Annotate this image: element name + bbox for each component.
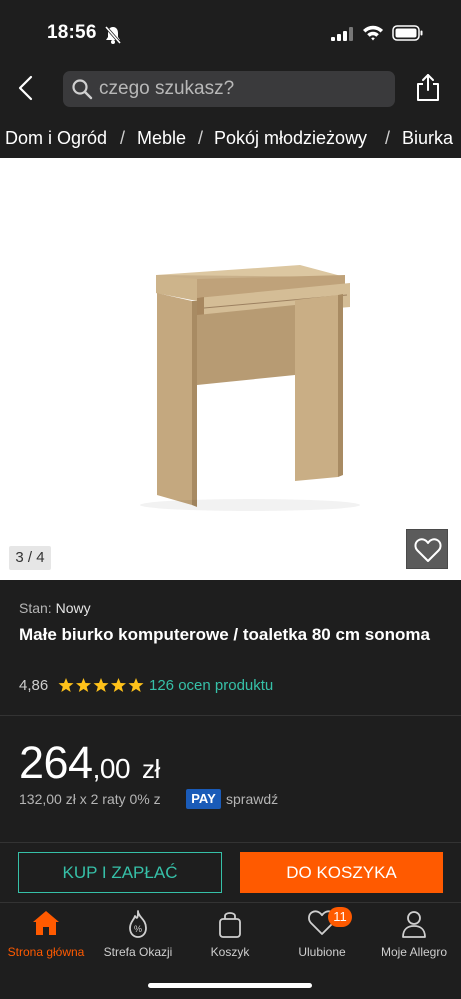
breadcrumb-separator: / <box>385 128 391 148</box>
search-header <box>0 62 461 114</box>
star-icon <box>111 678 126 692</box>
star-icon <box>128 678 144 692</box>
status-bar: 18:56 <box>0 0 461 62</box>
home-indicator <box>148 983 312 988</box>
breadcrumb-separator: / <box>198 128 204 148</box>
breadcrumb-item[interactable]: Biurka <box>402 128 453 149</box>
home-icon <box>33 911 59 935</box>
tab-deals[interactable]: % Strefa Okazji <box>92 903 184 963</box>
bell-muted-icon <box>104 26 122 44</box>
star-icon <box>76 678 91 692</box>
divider <box>0 715 461 716</box>
search-bar[interactable] <box>63 71 395 107</box>
rating-stars <box>58 678 144 692</box>
price: 264,00 zł <box>19 737 160 789</box>
add-to-favorites-button[interactable] <box>406 529 448 569</box>
bottom-tab-bar: Strona główna % Strefa Okazji Koszyk 11 … <box>0 902 461 999</box>
deals-icon: % <box>129 910 147 938</box>
tab-label: Moje Allegro <box>380 945 448 959</box>
tab-my-allegro[interactable]: Moje Allegro <box>368 903 460 963</box>
buy-now-button[interactable]: KUP I ZAPŁAĆ <box>18 852 222 893</box>
product-info: Stan: Nowy Małe biurko komputerowe / toa… <box>0 580 461 715</box>
tab-favorites[interactable]: 11 Ulubione <box>276 903 368 963</box>
back-arrow-icon[interactable] <box>15 74 39 102</box>
breadcrumb-separator: / <box>120 128 126 148</box>
product-title: Małe biurko komputerowe / toaletka 80 cm… <box>19 625 430 644</box>
breadcrumb: Dom i Ogród / Meble / Pokój młodzieżowy … <box>0 117 461 157</box>
add-to-cart-button[interactable]: DO KOSZYKA <box>240 852 443 893</box>
product-image <box>140 265 360 511</box>
gallery-counter: 3 / 4 <box>9 546 51 570</box>
tab-label: Koszyk <box>210 945 250 959</box>
rating-value: 4,86 <box>19 677 49 694</box>
favorites-count-badge: 11 <box>328 907 352 927</box>
svg-text:%: % <box>134 924 142 934</box>
tab-label: Strefa Okazji <box>103 945 173 959</box>
tab-home[interactable]: Strona główna <box>0 903 92 963</box>
condition: Stan: Nowy <box>19 600 91 616</box>
breadcrumb-item[interactable]: Dom i Ogród <box>5 128 107 149</box>
action-bar: KUP I ZAPŁAĆ DO KOSZYKA <box>0 842 461 902</box>
cellular-signal-icon <box>331 27 353 41</box>
star-icon <box>93 678 109 692</box>
heart-icon <box>414 538 442 562</box>
price-currency: zł <box>142 754 160 784</box>
battery-icon <box>392 25 423 41</box>
tab-label: Strona główna <box>7 945 85 959</box>
search-icon <box>72 79 93 100</box>
condition-value: Nowy <box>55 600 91 616</box>
tab-label: Ulubione <box>298 945 346 959</box>
installments-check-link[interactable]: sprawdź <box>226 791 278 807</box>
price-integer: 264 <box>19 737 93 788</box>
search-input[interactable] <box>99 71 389 107</box>
share-icon[interactable] <box>415 72 441 102</box>
breadcrumb-item[interactable]: Meble <box>137 128 186 149</box>
breadcrumb-item[interactable]: Pokój młodzieżowy <box>214 128 367 149</box>
installments-text: 132,00 zł x 2 raty 0% z <box>19 791 161 807</box>
wifi-icon <box>363 25 383 41</box>
tab-cart[interactable]: Koszyk <box>184 903 276 963</box>
reviews-link[interactable]: 126 ocen produktu <box>149 677 273 694</box>
price-decimal: ,00 <box>92 753 131 784</box>
pay-badge: PAY <box>186 789 221 809</box>
status-time: 18:56 <box>47 22 97 43</box>
star-icon <box>58 678 74 692</box>
cart-icon <box>219 912 241 938</box>
user-icon <box>402 911 426 938</box>
condition-label: Stan: <box>19 600 52 616</box>
product-gallery[interactable]: 3 / 4 <box>0 158 461 580</box>
